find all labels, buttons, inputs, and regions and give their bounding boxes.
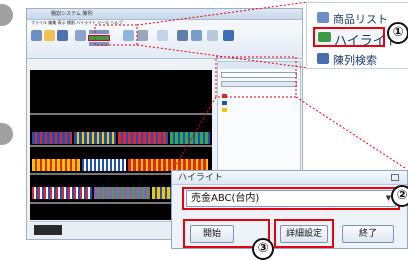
product-block[interactable]: [32, 132, 72, 144]
zoom-callout-ribbon: 商品リスト ハイライト 陳列検索 ①: [306, 2, 408, 69]
open-icon[interactable]: [44, 30, 55, 41]
chart-icon[interactable]: [123, 30, 134, 41]
ribbon-toolbar: [27, 26, 302, 59]
dialog-title: ハイライト: [172, 171, 407, 185]
product-block[interactable]: [94, 187, 150, 199]
new-icon[interactable]: [31, 30, 42, 41]
side-panel-buttons[interactable]: [221, 81, 297, 87]
product-block[interactable]: [32, 159, 80, 171]
help-icon[interactable]: [223, 30, 234, 41]
search-icon[interactable]: [207, 30, 218, 41]
photo-icon[interactable]: [177, 30, 188, 41]
product-list-icon: [317, 12, 329, 23]
ribbon-item-display-search[interactable]: [89, 42, 109, 46]
product-block[interactable]: [118, 132, 168, 144]
product-block[interactable]: [82, 159, 126, 171]
step-indicator-2: [0, 123, 13, 145]
ribbon-item-product-list-zoom[interactable]: 商品リスト: [333, 11, 388, 27]
side-panel-title: [218, 62, 300, 69]
thumbnail[interactable]: [34, 225, 62, 235]
marker-1: ①: [387, 22, 408, 44]
marker-3: ③: [252, 238, 274, 260]
product-block[interactable]: [170, 132, 210, 144]
shelf-line: [30, 145, 212, 147]
end-button[interactable]: 終了: [342, 225, 394, 243]
settings-icon[interactable]: [157, 30, 168, 41]
ribbon-item-product-list[interactable]: [89, 30, 109, 34]
step-indicator-1: [0, 4, 13, 26]
detail-button-frame: [274, 219, 334, 248]
legend-swatch-blue: [222, 101, 227, 105]
layout-icon[interactable]: [75, 30, 86, 41]
dialog-pin-icon[interactable]: [391, 174, 399, 181]
grid-icon[interactable]: [191, 30, 202, 41]
select-highlight-frame: [182, 187, 400, 210]
highlight-icon: [318, 32, 331, 42]
product-block[interactable]: [74, 132, 116, 144]
legend-swatch-red: [222, 94, 227, 98]
side-panel-combo[interactable]: [221, 72, 297, 78]
ribbon-item-display-search-zoom[interactable]: 陳列検索: [333, 52, 377, 68]
save-icon[interactable]: [57, 30, 68, 41]
print-icon[interactable]: [137, 30, 148, 41]
legend-swatch-yellow: [222, 108, 227, 112]
marker-2: ②: [391, 185, 408, 207]
ribbon-item-highlight[interactable]: [88, 35, 110, 41]
window-titlebar: 棚割システム 陳列: [27, 9, 302, 20]
shelf-line: [30, 113, 212, 115]
product-block[interactable]: [32, 187, 92, 199]
display-search-icon: [317, 53, 329, 64]
highlight-dialog: ハイライト 売金ABC(台内) ▼ ② 開始 詳細設定 終了 ③: [171, 170, 408, 260]
